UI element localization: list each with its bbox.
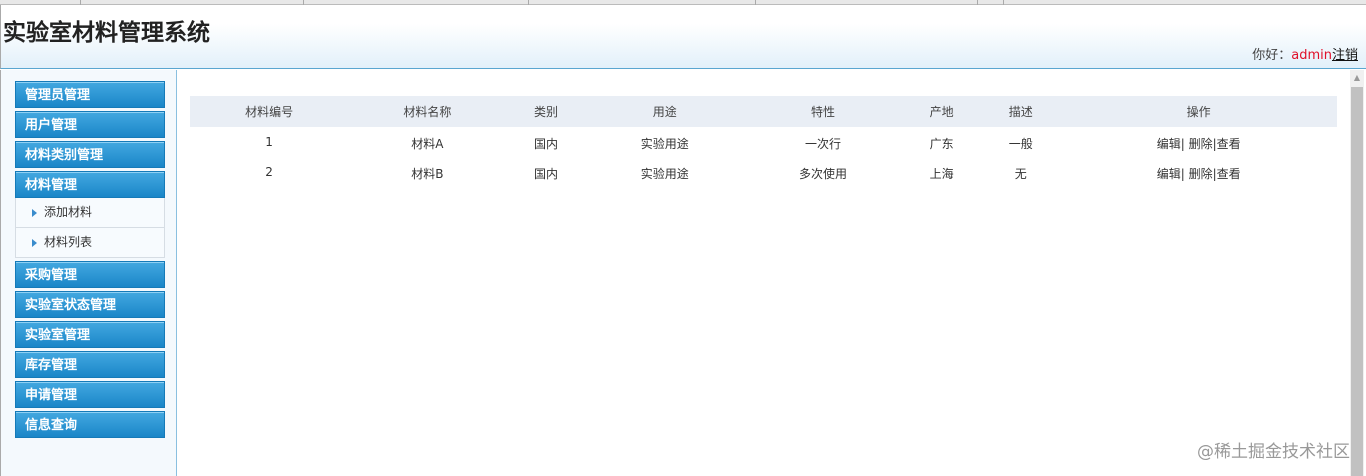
cell: 2	[265, 165, 273, 179]
cell: 广东	[929, 137, 954, 151]
sidebar-item-material[interactable]: 材料管理	[15, 171, 165, 198]
view-link[interactable]: 查看	[1217, 167, 1241, 181]
view-link[interactable]: 查看	[1217, 137, 1241, 151]
sidebar-item-material-category[interactable]: 材料类别管理	[15, 141, 165, 168]
sidebar-item-lab[interactable]: 实验室管理	[15, 321, 165, 348]
cell: 实验用途	[640, 137, 689, 151]
vertical-scrollbar[interactable]: ▲	[1350, 70, 1364, 476]
sidebar-item-admin[interactable]: 管理员管理	[15, 81, 165, 108]
cell: 一次行	[804, 137, 841, 151]
sidebar-item-lab-status[interactable]: 实验室状态管理	[15, 291, 165, 318]
table-row: 1 材料A 国内 实验用途 一次行 广东 一般 编辑| 删除|查看	[190, 127, 1337, 157]
col-header: 描述	[981, 96, 1061, 127]
greeting: 你好：	[1252, 48, 1292, 63]
watermark: @稀土掘金技术社区	[1197, 442, 1350, 462]
delete-link[interactable]: 删除|	[1189, 167, 1217, 181]
sidebar-item-purchase[interactable]: 采购管理	[15, 261, 165, 288]
col-header: 产地	[902, 96, 982, 127]
table-header: 材料编号 材料名称 类别 用途 特性 产地 描述 操作	[190, 96, 1337, 127]
col-header: 材料编号	[190, 96, 349, 127]
sidebar-item-application[interactable]: 申请管理	[15, 381, 165, 408]
subitem-label: 材料列表	[44, 235, 93, 249]
scrollbar-thumb[interactable]	[1351, 87, 1363, 476]
sidebar-subitem-add-material[interactable]: 添加材料	[15, 198, 165, 228]
cell: 材料A	[411, 137, 444, 151]
cell: 国内	[534, 167, 559, 181]
cell: 一般	[1008, 137, 1033, 151]
username: admin	[1291, 48, 1332, 63]
cell: 多次使用	[798, 167, 847, 181]
cell: 上海	[929, 167, 954, 181]
scroll-up-arrow-icon[interactable]: ▲	[1350, 70, 1364, 86]
col-header: 操作	[1060, 96, 1337, 127]
cell: 实验用途	[640, 167, 689, 181]
subitem-label: 添加材料	[44, 205, 93, 219]
edit-link[interactable]: 编辑|	[1157, 137, 1185, 151]
col-header: 材料名称	[348, 96, 507, 127]
sidebar-item-query[interactable]: 信息查询	[15, 411, 165, 438]
sidebar-subitem-material-list[interactable]: 材料列表	[15, 228, 165, 258]
material-table: 材料编号 材料名称 类别 用途 特性 产地 描述 操作 1 材料A 国内 实验用…	[190, 96, 1337, 187]
col-header: 类别	[506, 96, 586, 127]
col-header: 用途	[585, 96, 744, 127]
cell: 无	[1014, 167, 1027, 181]
triangle-right-icon	[32, 239, 37, 247]
actions-cell: 编辑| 删除|查看	[1060, 157, 1337, 187]
user-info: 你好：admin注销	[1252, 44, 1358, 63]
edit-link[interactable]: 编辑|	[1157, 167, 1185, 181]
sidebar: 管理员管理 用户管理 材料类别管理 材料管理 添加材料 材料列表 采购管理 实验…	[0, 70, 177, 476]
cell: 国内	[534, 137, 559, 151]
logout-link[interactable]: 注销	[1332, 48, 1358, 63]
content: 材料编号 材料名称 类别 用途 特性 产地 描述 操作 1 材料A 国内 实验用…	[190, 96, 1337, 187]
sidebar-item-inventory[interactable]: 库存管理	[15, 351, 165, 378]
cell: 1	[265, 135, 273, 149]
table-row: 2 材料B 国内 实验用途 多次使用 上海 无 编辑| 删除|查看	[190, 157, 1337, 187]
cell: 材料B	[411, 167, 444, 181]
actions-cell: 编辑| 删除|查看	[1060, 127, 1337, 157]
delete-link[interactable]: 删除|	[1189, 137, 1217, 151]
header: 实验室材料管理系统 你好：admin注销	[0, 5, 1366, 69]
triangle-right-icon	[32, 209, 37, 217]
sidebar-item-users[interactable]: 用户管理	[15, 111, 165, 138]
col-header: 特性	[743, 96, 903, 127]
page-title: 实验室材料管理系统	[3, 20, 210, 46]
